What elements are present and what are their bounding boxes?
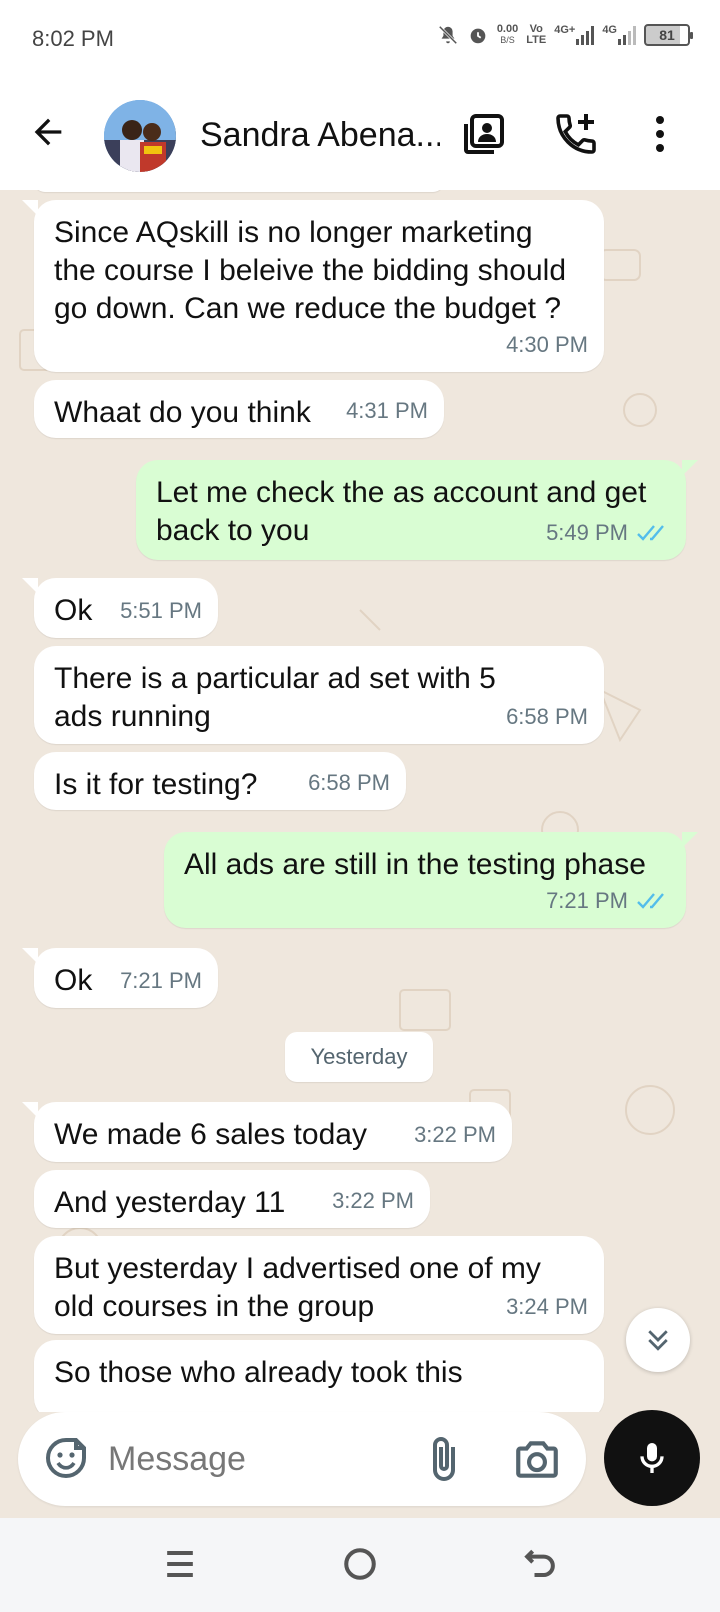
back-arrow-icon[interactable] bbox=[28, 112, 68, 152]
message-bubble-incoming[interactable]: Whaat do you think 4:31 PM bbox=[34, 380, 444, 438]
read-receipt-icon bbox=[637, 525, 664, 541]
message-bubble-partial[interactable] bbox=[34, 190, 444, 192]
message-text: But yesterday I advertised one of my old… bbox=[54, 1252, 541, 1323]
date-divider: Yesterday bbox=[285, 1032, 433, 1082]
message-time: 3:22 PM bbox=[414, 1122, 496, 1147]
message-text: All ads are still in the testing phase bbox=[184, 848, 646, 881]
emoji-sticker-icon[interactable] bbox=[42, 1434, 90, 1482]
signal-2: 4G bbox=[602, 25, 636, 45]
message-time: 3:22 PM bbox=[332, 1188, 414, 1213]
chat-header: Sandra Abena... bbox=[0, 82, 720, 190]
double-chevron-down-icon bbox=[648, 1330, 668, 1351]
message-bubble-outgoing[interactable]: All ads are still in the testing phase 7… bbox=[164, 832, 698, 928]
battery-icon: 81 bbox=[644, 24, 693, 46]
avatar[interactable] bbox=[104, 100, 176, 172]
volte-badge: Vo LTE bbox=[526, 23, 547, 46]
voice-message-button[interactable] bbox=[604, 1410, 700, 1506]
message-time: 4:30 PM bbox=[506, 332, 588, 357]
message-bubble-incoming[interactable]: Ok 5:51 PM bbox=[22, 578, 218, 638]
message-bubble-incoming[interactable]: Since AQskill is no longer marketing the… bbox=[22, 200, 604, 372]
system-nav-bar bbox=[0, 1518, 720, 1612]
message-text: There is a particular ad set with 5 ads … bbox=[54, 662, 496, 733]
message-time: 5:49 PM bbox=[546, 514, 670, 552]
message-bubble-outgoing[interactable]: Let me check the as account and get back… bbox=[136, 460, 698, 560]
status-icons: 0.00 B/S Vo LTE 4G+ 4G 81 bbox=[437, 23, 693, 46]
status-time: 8:02 PM bbox=[32, 26, 114, 51]
signal-icon bbox=[618, 25, 636, 45]
message-bubble-incoming[interactable]: We made 6 sales today 3:22 PM bbox=[22, 1102, 512, 1162]
chat-area[interactable]: Since AQskill is no longer marketing the… bbox=[0, 190, 720, 1412]
composer-bar bbox=[0, 1410, 720, 1518]
status-bar: 8:02 PM 0.00 B/S Vo LTE 4G+ 4G 81 bbox=[0, 0, 720, 82]
alarm-icon bbox=[470, 28, 486, 44]
signal-icon bbox=[576, 25, 595, 45]
recents-icon[interactable] bbox=[158, 1542, 202, 1586]
message-bubble-incoming[interactable]: Ok 7:21 PM bbox=[22, 948, 218, 1008]
contact-name[interactable]: Sandra Abena... bbox=[200, 116, 440, 155]
mute-icon bbox=[438, 25, 458, 45]
message-time: 3:24 PM bbox=[506, 1294, 588, 1319]
attach-icon[interactable] bbox=[420, 1434, 468, 1484]
message-text: So those who already took this bbox=[54, 1356, 463, 1389]
more-vert-icon[interactable] bbox=[636, 110, 684, 158]
message-time: 5:51 PM bbox=[120, 598, 202, 623]
scroll-to-bottom-button[interactable] bbox=[626, 1308, 690, 1372]
message-bubble-incoming[interactable]: There is a particular ad set with 5 ads … bbox=[34, 646, 604, 744]
message-time: 7:21 PM bbox=[120, 968, 202, 993]
message-bubble-incoming[interactable]: But yesterday I advertised one of my old… bbox=[34, 1236, 604, 1334]
contact-card-icon[interactable] bbox=[460, 110, 508, 158]
camera-icon[interactable] bbox=[512, 1434, 562, 1484]
message-text: Since AQskill is no longer marketing the… bbox=[54, 216, 567, 325]
back-nav-icon[interactable] bbox=[518, 1542, 562, 1586]
message-time: 6:58 PM bbox=[308, 770, 390, 795]
message-time: 6:58 PM bbox=[506, 704, 588, 729]
message-time: 7:21 PM bbox=[546, 882, 670, 920]
message-bubble-incoming[interactable]: And yesterday 11 3:22 PM bbox=[34, 1170, 430, 1228]
add-call-icon[interactable] bbox=[552, 110, 600, 158]
message-time: 4:31 PM bbox=[346, 398, 428, 423]
data-speed: 0.00 B/S bbox=[496, 23, 519, 46]
mic-icon bbox=[640, 1443, 664, 1473]
message-input[interactable] bbox=[108, 1434, 388, 1484]
message-bubble-incoming[interactable]: So those who already took this bbox=[34, 1340, 604, 1412]
signal-1: 4G+ bbox=[554, 25, 595, 45]
message-input-container bbox=[18, 1412, 586, 1506]
home-icon[interactable] bbox=[338, 1542, 382, 1586]
message-bubble-incoming[interactable]: Is it for testing? 6:58 PM bbox=[34, 752, 406, 810]
read-receipt-icon bbox=[637, 893, 664, 909]
